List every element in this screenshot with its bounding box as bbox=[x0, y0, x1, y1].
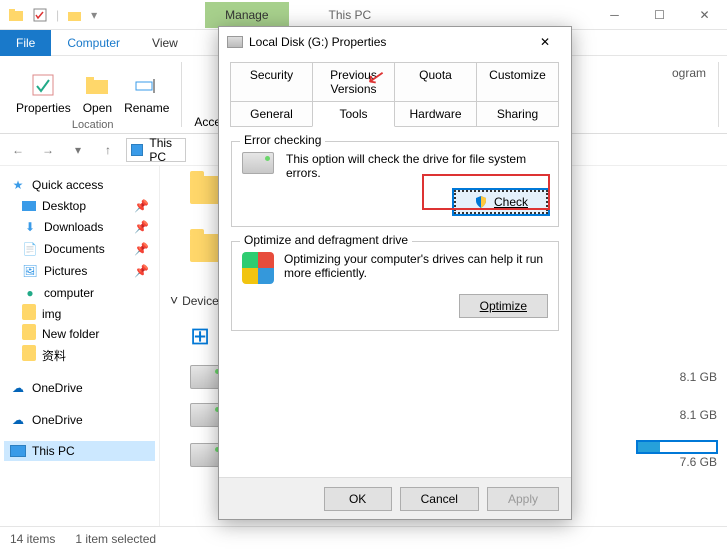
drive-icon bbox=[227, 36, 243, 48]
nav-back[interactable]: ← bbox=[6, 138, 30, 162]
sidebar: ★ Quick access Desktop📌 ⬇Downloads📌 📄Doc… bbox=[0, 166, 160, 526]
drive-check-icon bbox=[242, 152, 276, 178]
nav-up[interactable]: ↑ bbox=[96, 138, 120, 162]
close-button[interactable]: ✕ bbox=[682, 0, 727, 30]
ribbon-properties-label: Properties bbox=[16, 101, 71, 115]
file-tab[interactable]: File bbox=[0, 30, 51, 56]
folder-icon: ● bbox=[22, 285, 38, 301]
windows-drive-icon: ⊞ bbox=[190, 322, 210, 351]
sidebar-pictures[interactable]: 🖼Pictures📌 bbox=[4, 260, 155, 282]
drive-free-label: 8.1 GB bbox=[680, 408, 717, 422]
nav-recent[interactable]: ▾ bbox=[66, 138, 90, 162]
dialog-footer: OK Cancel Apply bbox=[219, 477, 571, 519]
sidebar-quick-access[interactable]: ★ Quick access bbox=[4, 174, 155, 196]
sidebar-new-folder[interactable]: New folder bbox=[4, 324, 155, 344]
tab-hardware[interactable]: Hardware bbox=[394, 101, 477, 127]
tab-sharing[interactable]: Sharing bbox=[476, 101, 559, 127]
properties-icon bbox=[29, 71, 57, 99]
ok-button[interactable]: OK bbox=[324, 487, 392, 511]
rename-icon bbox=[133, 71, 161, 99]
sidebar-ziliao[interactable]: 资料 bbox=[4, 344, 155, 367]
qat-divider: | bbox=[56, 8, 59, 22]
new-folder-qat-icon[interactable] bbox=[67, 7, 83, 23]
dialog-close-button[interactable]: ✕ bbox=[527, 28, 563, 56]
view-tab[interactable]: View bbox=[136, 31, 194, 55]
pc-icon bbox=[131, 144, 143, 156]
pin-icon: 📌 bbox=[134, 199, 149, 213]
ribbon-rename-label: Rename bbox=[124, 101, 169, 115]
item-count: 14 items bbox=[10, 532, 55, 546]
open-icon bbox=[83, 71, 111, 99]
downloads-icon: ⬇ bbox=[22, 219, 38, 235]
minimize-button[interactable]: ─ bbox=[592, 0, 637, 30]
tab-customize[interactable]: Customize bbox=[476, 62, 559, 102]
pin-icon: 📌 bbox=[134, 220, 149, 234]
maximize-button[interactable]: ☐ bbox=[637, 0, 682, 30]
onedrive-icon: ☁ bbox=[10, 380, 26, 396]
sidebar-documents[interactable]: 📄Documents📌 bbox=[4, 238, 155, 260]
ribbon-rename[interactable]: Rename bbox=[120, 69, 173, 117]
sidebar-this-pc[interactable]: This PC bbox=[4, 441, 155, 461]
nav-forward[interactable]: → bbox=[36, 138, 60, 162]
pin-icon: 📌 bbox=[134, 242, 149, 256]
tab-quota[interactable]: Quota bbox=[394, 62, 477, 102]
sidebar-desktop[interactable]: Desktop📌 bbox=[4, 196, 155, 216]
drive-free-label: 7.6 GB bbox=[680, 455, 717, 469]
defrag-icon bbox=[242, 252, 274, 284]
sidebar-onedrive-2[interactable]: ☁OneDrive bbox=[4, 409, 155, 431]
error-checking-legend: Error checking bbox=[240, 133, 325, 147]
dialog-tabs: Security Previous Versions Quota Customi… bbox=[231, 63, 559, 127]
status-bar: 14 items 1 item selected bbox=[0, 526, 727, 550]
optimize-button[interactable]: Optimize bbox=[459, 294, 548, 318]
folder-icon bbox=[22, 329, 36, 340]
folder-icon bbox=[22, 350, 36, 361]
manage-tab[interactable]: Manage bbox=[205, 2, 288, 28]
ribbon-open-label: Open bbox=[83, 101, 112, 115]
selection-count: 1 item selected bbox=[75, 532, 156, 546]
folder-icon bbox=[22, 309, 36, 320]
desktop-icon bbox=[22, 201, 36, 211]
properties-dialog: Local Disk (G:) Properties ✕ Security Pr… bbox=[218, 26, 572, 520]
cropped-label: ogram bbox=[662, 58, 716, 131]
tab-tools[interactable]: Tools bbox=[312, 101, 395, 127]
window-title: This PC bbox=[309, 2, 392, 28]
optimize-group: Optimize and defragment drive Optimizing… bbox=[231, 241, 559, 331]
error-checking-group: Error checking This option will check th… bbox=[231, 141, 559, 227]
optimize-legend: Optimize and defragment drive bbox=[240, 233, 412, 247]
properties-qat-icon[interactable] bbox=[32, 7, 48, 23]
breadcrumb[interactable]: This PC bbox=[149, 136, 181, 164]
tab-security[interactable]: Security bbox=[230, 62, 313, 102]
pictures-icon: 🖼 bbox=[22, 263, 38, 279]
location-group-label: Location bbox=[72, 119, 114, 131]
sidebar-computer-folder[interactable]: ●computer bbox=[4, 282, 155, 304]
qat-dropdown-icon[interactable]: ▾ bbox=[91, 8, 97, 22]
cancel-button[interactable]: Cancel bbox=[400, 487, 479, 511]
pc-icon bbox=[10, 445, 26, 457]
pin-icon: 📌 bbox=[134, 264, 149, 278]
dialog-titlebar[interactable]: Local Disk (G:) Properties ✕ bbox=[219, 27, 571, 57]
tab-general[interactable]: General bbox=[230, 101, 313, 127]
star-icon: ★ bbox=[10, 177, 26, 193]
sidebar-img[interactable]: img bbox=[4, 304, 155, 324]
drive-usage-bar bbox=[637, 441, 717, 453]
explorer-icon bbox=[8, 7, 24, 23]
annotation-box bbox=[422, 174, 550, 210]
drive-free-label: 8.1 GB bbox=[680, 370, 717, 384]
ribbon-properties[interactable]: Properties bbox=[12, 69, 75, 117]
ribbon-open[interactable]: Open bbox=[79, 69, 116, 117]
address-field[interactable]: This PC bbox=[126, 138, 186, 162]
sidebar-onedrive-1[interactable]: ☁OneDrive bbox=[4, 377, 155, 399]
computer-tab[interactable]: Computer bbox=[51, 31, 136, 55]
apply-button[interactable]: Apply bbox=[487, 487, 559, 511]
optimize-text: Optimizing your computer's drives can he… bbox=[284, 252, 548, 284]
onedrive-icon: ☁ bbox=[10, 412, 26, 428]
dialog-title: Local Disk (G:) Properties bbox=[249, 35, 386, 49]
sidebar-downloads[interactable]: ⬇Downloads📌 bbox=[4, 216, 155, 238]
documents-icon: 📄 bbox=[22, 241, 38, 257]
quick-access-toolbar: | ▾ bbox=[0, 7, 105, 23]
